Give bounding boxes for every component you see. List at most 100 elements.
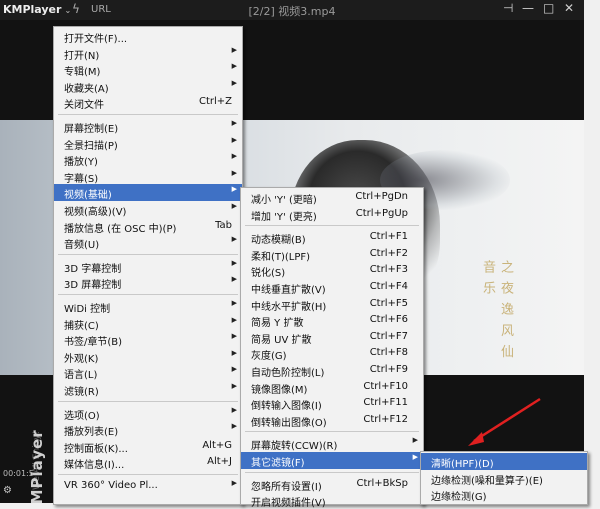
- close-button[interactable]: ✕: [564, 1, 574, 15]
- menu1-item[interactable]: 外观(K) ▶: [54, 348, 242, 365]
- menu1-item[interactable]: 收藏夹(A) ▶: [54, 78, 242, 95]
- menu1-item[interactable]: 3D 屏幕控制 ▶: [54, 274, 242, 291]
- menu-item-shortcut: Alt+J: [207, 456, 232, 468]
- menu2-item[interactable]: 锐化(S) Ctrl+F3: [241, 262, 423, 279]
- menu3-item[interactable]: 边缘检测(噪和量算子)(E): [421, 470, 587, 487]
- menu2-item[interactable]: 忽略所有设置(I) Ctrl+BkSp: [241, 476, 423, 493]
- submenu-arrow-icon: ▶: [231, 258, 237, 267]
- menu-item-label: 全景扫描(P): [64, 140, 118, 152]
- menu-item-label: 灰度(G): [251, 351, 287, 363]
- menu2-item[interactable]: 动态模糊(B) Ctrl+F1: [241, 229, 423, 246]
- menu-item-label: 媒体信息(I)...: [64, 460, 125, 472]
- menu-item-shortcut: Ctrl+F1: [369, 231, 408, 243]
- side-brand: We All Enjoy! KMPlayer: [4, 30, 54, 503]
- menu1-item[interactable]: 选项(O) ▶: [54, 405, 242, 422]
- menu1-item[interactable]: 播放列表(E) ▶: [54, 421, 242, 438]
- menu-item-shortcut: Ctrl+F10: [363, 380, 408, 392]
- menu1-item[interactable]: 打开文件(F)...: [54, 28, 242, 45]
- pin-icon[interactable]: ⊣: [503, 1, 513, 15]
- menu1-item[interactable]: 关闭文件 Ctrl+Z: [54, 94, 242, 111]
- menu1-item[interactable]: 捕获(C) ▶: [54, 315, 242, 332]
- menu-item-label: 播放信息 (在 OSC 中)(P): [64, 223, 177, 235]
- menu-item-label: VR 360° Video Pl...: [64, 480, 158, 491]
- menu-separator: [58, 114, 238, 115]
- submenu-arrow-icon: ▶: [231, 62, 237, 71]
- desktop-background: [584, 0, 600, 503]
- menu2-item[interactable]: 简易 Y 扩散 Ctrl+F6: [241, 312, 423, 329]
- minimize-button[interactable]: —: [522, 1, 534, 15]
- menu-item-label: 选项(O): [64, 410, 100, 422]
- submenu-arrow-icon: ▶: [231, 332, 237, 341]
- menu1-item[interactable]: 字幕(S) ▶: [54, 168, 242, 185]
- menu-item-label: 镜像图像(M): [251, 384, 308, 396]
- menu1-item[interactable]: 屏幕控制(E) ▶: [54, 118, 242, 135]
- menu1-item[interactable]: 书签/章节(B) ▶: [54, 331, 242, 348]
- submenu-arrow-icon: ▶: [231, 348, 237, 357]
- menu-item-shortcut: Ctrl+F12: [363, 413, 408, 425]
- menu2-item[interactable]: 中线垂直扩散(V) Ctrl+F4: [241, 279, 423, 296]
- menu1-item[interactable]: 打开(N) ▶: [54, 45, 242, 62]
- menu-item-label: 开启视频插件(V): [251, 498, 326, 509]
- menu1-item[interactable]: 视频(高级)(V) ▶: [54, 201, 242, 218]
- menu-item-shortcut: Tab: [215, 219, 232, 231]
- menu2-item[interactable]: 自动色阶控制(L) Ctrl+F9: [241, 362, 423, 379]
- menu2-item[interactable]: 倒转输入图像(I) Ctrl+F11: [241, 395, 423, 412]
- submenu-arrow-icon: ▶: [231, 152, 237, 161]
- menu2-item[interactable]: 开启视频插件(V): [241, 492, 423, 509]
- menu1-item[interactable]: 控制面板(K)... Alt+G: [54, 438, 242, 455]
- menu1-item[interactable]: 3D 字幕控制 ▶: [54, 258, 242, 275]
- menu-item-label: 视频(基础): [64, 190, 112, 202]
- menu-item-shortcut: Ctrl+F11: [363, 397, 408, 409]
- menu3-item[interactable]: 清晰(HPF)(D): [421, 453, 587, 470]
- gear-icon[interactable]: ⚙: [3, 485, 12, 496]
- menu-separator: [58, 253, 238, 255]
- menu-item-label: 3D 屏幕控制: [64, 280, 122, 292]
- menu1-item[interactable]: WiDi 控制 ▶: [54, 298, 242, 315]
- submenu-arrow-icon: ▶: [231, 382, 237, 390]
- menu1-item[interactable]: 滤镜(R) ▶: [54, 381, 242, 398]
- menu-item-label: 打开(N): [64, 50, 100, 62]
- menu-item-label: 其它滤镜(F): [251, 458, 305, 469]
- menu-item-label: 柔和(T)(LPF): [251, 251, 311, 263]
- title-bar: KMPlayer ⌄ ϟ URL [2/2] 视频3.mp4 ⊣ — □ ✕: [0, 0, 584, 20]
- menu1-item[interactable]: 播放(Y) ▶: [54, 151, 242, 168]
- menu2-item[interactable]: 倒转输出图像(O) Ctrl+F12: [241, 412, 423, 429]
- submenu-arrow-icon: ▶: [231, 479, 237, 487]
- menu-separator: [58, 294, 238, 295]
- menu1-item[interactable]: 全景扫描(P) ▶: [54, 135, 242, 152]
- menu2-item[interactable]: 简易 UV 扩散 Ctrl+F7: [241, 329, 423, 346]
- menu-item-label: 倒转输入图像(I): [251, 401, 322, 413]
- submenu-arrow-icon: ▶: [231, 275, 237, 284]
- menu-item-shortcut: Ctrl+PgDn: [355, 191, 408, 202]
- menu-item-label: 字幕(S): [64, 173, 99, 185]
- menu2-item[interactable]: 其它滤镜(F) ▶: [241, 452, 423, 469]
- menu2-item[interactable]: 增加 'Y' (更亮) Ctrl+PgUp: [241, 206, 423, 223]
- menu-item-label: 播放列表(E): [64, 427, 119, 439]
- menu3-item[interactable]: 边缘检测(G): [421, 486, 587, 503]
- menu-item-shortcut: Ctrl+F5: [369, 297, 408, 309]
- menu-item-label: 锐化(S): [251, 268, 286, 280]
- menu1-item[interactable]: 视频(基础) ▶: [54, 184, 242, 201]
- menu1-item[interactable]: VR 360° Video Pl... ▶: [54, 478, 242, 495]
- menu2-item[interactable]: 屏幕旋转(CCW)(R) ▶: [241, 435, 423, 452]
- menu-item-shortcut: Ctrl+BkSp: [356, 477, 408, 489]
- menu2-item[interactable]: 柔和(T)(LPF) Ctrl+F2: [241, 246, 423, 263]
- menu-item-label: 3D 字幕控制: [64, 263, 122, 275]
- menu2-item[interactable]: 中线水平扩散(H) Ctrl+F5: [241, 296, 423, 313]
- menu1-item[interactable]: 播放信息 (在 OSC 中)(P) Tab: [54, 218, 242, 235]
- menu1-item[interactable]: 音频(U) ▶: [54, 234, 242, 251]
- menu-item-label: 动态模糊(B): [251, 235, 306, 247]
- submenu-arrow-icon: ▶: [231, 405, 237, 414]
- menu1-item[interactable]: 专辑(M) ▶: [54, 61, 242, 78]
- menu1-item[interactable]: 语言(L) ▶: [54, 364, 242, 381]
- submenu-arrow-icon: ▶: [231, 235, 237, 244]
- menu2-item[interactable]: 减小 'Y' (更暗) Ctrl+PgDn: [241, 189, 423, 206]
- menu-item-label: 中线水平扩散(H): [251, 301, 327, 313]
- menu-separator: [58, 400, 238, 402]
- menu-item-label: 边缘检测(噪和量算子)(E): [431, 475, 543, 487]
- menu2-item[interactable]: 灰度(G) Ctrl+F8: [241, 345, 423, 362]
- menu1-item[interactable]: 媒体信息(I)... Alt+J: [54, 454, 242, 471]
- menu-item-label: 打开文件(F)...: [64, 34, 128, 45]
- menu2-item[interactable]: 镜像图像(M) Ctrl+F10: [241, 379, 423, 396]
- maximize-button[interactable]: □: [543, 1, 554, 15]
